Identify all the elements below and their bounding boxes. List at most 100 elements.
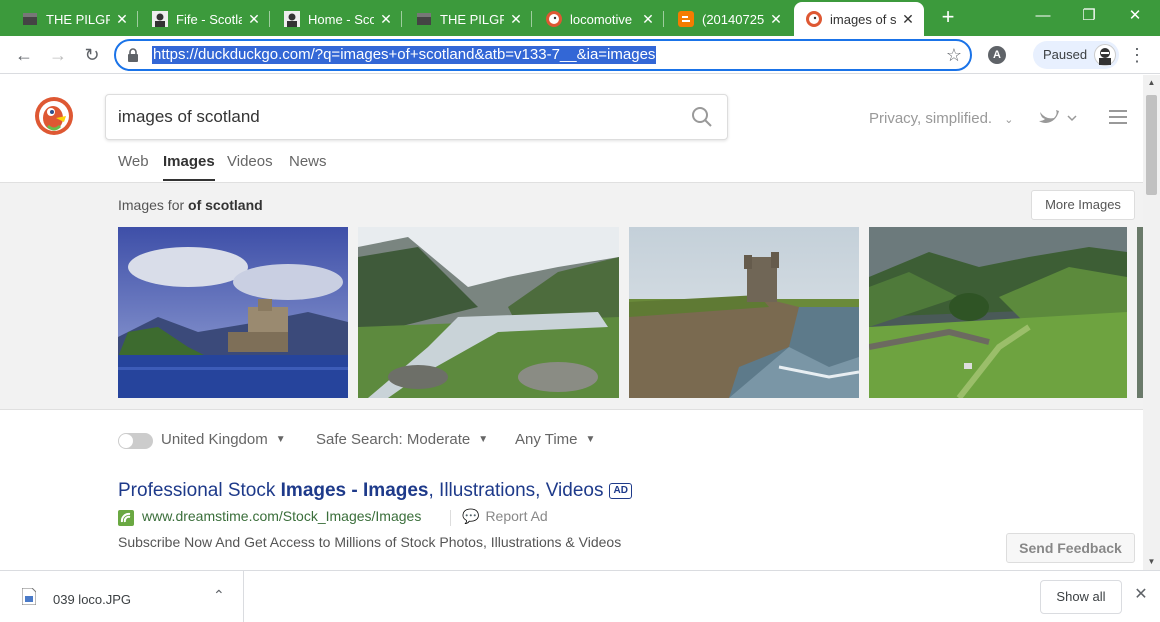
address-bar[interactable]: https://duckduckgo.com/?q=images+of+scot… [114,39,972,71]
close-shelf-icon[interactable]: ✕ [1131,585,1151,605]
tab-title: Fife - Scotla [176,11,242,27]
safe-search-filter[interactable]: Safe Search: Moderate ▼ [316,431,488,448]
time-filter[interactable]: Any Time ▼ [515,431,595,448]
box-icon [416,11,432,27]
chevron-up-icon[interactable]: ⌃ [213,587,225,604]
region-toggle[interactable] [118,433,153,449]
profile-button[interactable]: Paused [1033,41,1119,69]
tab-divider [663,11,664,27]
image-thumbnail-castle-on-loch[interactable] [118,227,348,398]
browser-toolbar: ← → ↻ https://duckduckgo.com/?q=images+o… [0,36,1160,74]
report-ad-label: Report Ad [485,508,548,524]
search-icon[interactable] [691,106,713,128]
page-content: images of scotland Privacy, simplified. … [0,75,1143,570]
region-filter[interactable]: United Kingdom ▼ [161,431,286,448]
duckduckgo-icon [546,11,562,27]
new-tab-icon[interactable]: + [936,6,960,30]
restore-icon[interactable]: ❐ [1066,0,1112,32]
reload-icon[interactable]: ↻ [78,41,106,69]
ad-title-bold-1: Images [280,480,347,501]
lock-icon [128,48,138,62]
tab-close-icon[interactable]: ✕ [768,11,784,27]
tab-title: THE PILGRIM [46,11,110,27]
page-scrollbar[interactable]: ▲ ▼ [1143,75,1160,570]
ad-title-mid: - [346,480,364,501]
tab-title: THE PILGRIM [440,11,504,27]
tab-videos[interactable]: Videos [227,153,273,170]
region-filter-label: United Kingdom [161,431,268,448]
report-ad-link[interactable]: 💬 Report Ad [462,508,548,525]
search-box[interactable]: images of scotland [105,94,728,140]
image-thumbnail-ruined-castle-on-cliffs[interactable] [629,227,859,398]
browser-menu-icon[interactable]: ⋮ [1128,44,1146,66]
scroll-up-icon[interactable]: ▲ [1143,75,1160,91]
url-text[interactable]: https://duckduckgo.com/?q=images+of+scot… [152,46,657,64]
tab-3[interactable]: Home - Scot ✕ [272,2,402,36]
tab-web[interactable]: Web [118,153,149,170]
tab-6[interactable]: (20140725) ✕ [666,2,792,36]
account-icon[interactable]: A [988,46,1006,64]
tab-close-icon[interactable]: ✕ [900,11,916,27]
tab-close-icon[interactable]: ✕ [640,11,656,27]
download-filename: 039 loco.JPG [53,592,132,607]
ad-result-title[interactable]: Professional Stock Images - Images, Illu… [118,480,1018,502]
image-thumbnail-green-valley-with-walls[interactable] [869,227,1127,398]
tab-news[interactable]: News [289,153,327,170]
tab-divider [401,11,402,27]
browser-window: THE PILGRIM ✕ Fife - Scotla ✕ Home - Sco… [0,0,1160,622]
ad-title-suffix: , Illustrations, Videos [428,480,604,501]
tab-2[interactable]: Fife - Scotla ✕ [140,2,270,36]
image-thumbnail-glen-with-stream[interactable] [358,227,619,398]
duckduckgo-logo[interactable] [34,96,74,136]
ad-url-divider [450,510,451,526]
download-shelf: 039 loco.JPG ⌃ Show all ✕ [0,570,1160,622]
safe-search-label: Safe Search: Moderate [316,431,471,448]
chevron-down-icon: ⌄ [1004,114,1014,126]
image-file-icon [22,588,36,605]
privacy-dropdown[interactable]: Privacy, simplified. ⌄ [869,110,1013,127]
scrollbar-thumb[interactable] [1146,95,1157,195]
tab-divider [531,11,532,27]
tab-active[interactable]: images of s ✕ [794,2,924,36]
privacy-label: Privacy, simplified. [869,110,993,127]
minimize-icon[interactable]: — [1020,0,1066,32]
download-item[interactable]: 039 loco.JPG ⌃ [0,571,244,622]
portrait-icon [284,11,300,27]
hamburger-menu-icon[interactable] [1109,110,1127,124]
portrait-icon [152,11,168,27]
tab-divider [137,11,138,27]
caret-down-icon: ▼ [478,434,489,445]
images-heading-prefix: Images for [118,197,185,213]
more-images-button[interactable]: More Images [1031,190,1135,220]
ad-title-prefix: Professional Stock [118,480,281,501]
tab-images[interactable]: Images [163,153,215,181]
tab-title: images of s [830,11,896,27]
send-feedback-button[interactable]: Send Feedback [1006,533,1135,563]
forward-arrow-icon[interactable]: → [44,41,72,69]
search-filters: United Kingdom ▼ Safe Search: Moderate ▼ A… [118,431,718,451]
dreamstime-favicon [118,510,134,526]
tab-title: (20140725) [702,11,764,27]
duckduckgo-icon [806,11,822,27]
tab-title: locomotive [570,11,633,27]
box-icon [22,11,38,27]
tab-strip: THE PILGRIM ✕ Fife - Scotla ✕ Home - Sco… [0,0,1160,36]
show-all-button[interactable]: Show all [1040,580,1122,614]
tab-close-icon[interactable]: ✕ [246,11,262,27]
window-close-icon[interactable]: ✕ [1112,0,1158,32]
tab-close-icon[interactable]: ✕ [114,11,130,27]
search-input[interactable]: images of scotland [118,107,260,127]
tab-4[interactable]: THE PILGRIM ✕ [404,2,532,36]
scroll-down-icon[interactable]: ▼ [1143,554,1160,570]
tab-close-icon[interactable]: ✕ [508,11,524,27]
tab-5[interactable]: locomotive ✕ [534,2,664,36]
twitter-icon[interactable] [1038,108,1078,128]
bookmark-star-icon[interactable]: ☆ [946,45,962,65]
tab-close-icon[interactable]: ✕ [378,11,394,27]
caret-down-icon: ▼ [275,434,286,445]
ad-url[interactable]: www.dreamstime.com/Stock_Images/Images [142,508,421,524]
images-heading-term: of scotland [188,197,263,213]
tab-1[interactable]: THE PILGRIM ✕ [10,2,138,36]
back-arrow-icon[interactable]: ← [10,41,38,69]
ad-badge: AD [609,483,632,499]
